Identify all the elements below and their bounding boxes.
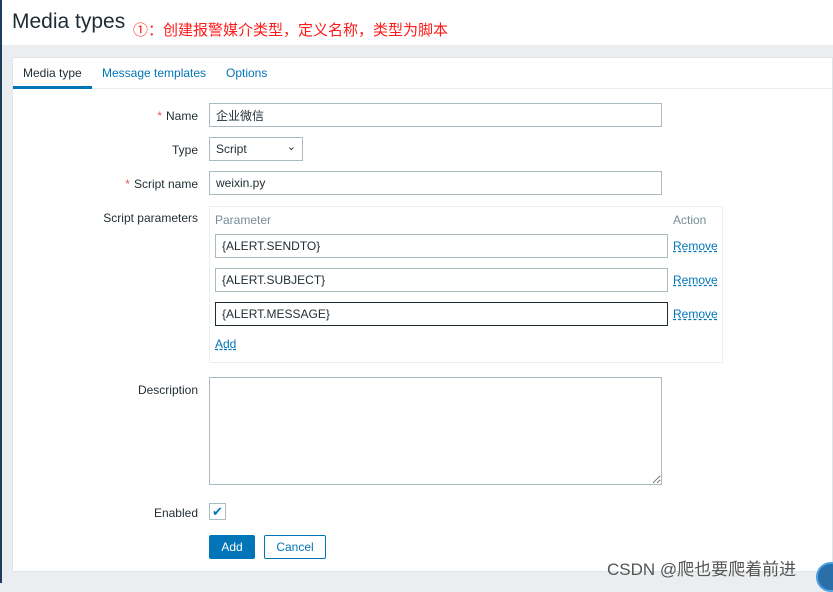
parameter-input[interactable] <box>215 302 668 326</box>
page-title: Media types <box>12 10 126 33</box>
enabled-checkbox[interactable]: ✔ <box>209 503 226 520</box>
name-input[interactable] <box>209 103 662 127</box>
page-header: Media types ①：创建报警媒介类型，定义名称，类型为脚本 <box>2 0 833 45</box>
script-name-label: * Script name <box>125 177 198 191</box>
parameter-header: Parameter <box>215 213 272 227</box>
enabled-label: Enabled <box>153 506 198 520</box>
name-label: * Name <box>157 109 198 123</box>
type-select[interactable]: Script ⌄ <box>209 137 303 161</box>
annotation-text: ①：创建报警媒介类型，定义名称，类型为脚本 <box>133 22 449 39</box>
script-parameters-label: Script parameters <box>103 211 198 225</box>
tab-bar: Media type Message templates Options <box>13 58 832 89</box>
tab-options[interactable]: Options <box>226 66 267 80</box>
tab-media-type[interactable]: Media type <box>23 66 82 80</box>
add-button[interactable]: Add <box>209 535 255 559</box>
parameter-input[interactable] <box>215 234 668 258</box>
script-name-input[interactable] <box>209 171 662 195</box>
parameter-input[interactable] <box>215 268 668 292</box>
media-type-form: Media type Message templates Options * Na… <box>12 57 833 572</box>
add-parameter-link[interactable]: Add <box>215 337 236 351</box>
remove-link[interactable]: Remove <box>673 239 718 253</box>
script-parameters-table: Parameter Action Remove Remove Remove Ad… <box>209 206 723 363</box>
cancel-button[interactable]: Cancel <box>264 535 326 559</box>
left-edge <box>0 0 2 583</box>
checkmark-icon: ✔ <box>212 504 223 519</box>
remove-link[interactable]: Remove <box>673 273 718 287</box>
watermark: CSDN @爬也要爬着前进 <box>607 560 797 579</box>
remove-link[interactable]: Remove <box>673 307 718 321</box>
description-label: Description <box>137 383 198 397</box>
tab-message-templates[interactable]: Message templates <box>102 66 206 80</box>
active-tab-indicator <box>13 86 92 89</box>
avatar <box>816 562 833 592</box>
action-header: Action <box>673 213 707 227</box>
description-textarea[interactable] <box>209 377 662 485</box>
chevron-down-icon: ⌄ <box>286 141 296 153</box>
type-label: Type <box>171 143 198 157</box>
